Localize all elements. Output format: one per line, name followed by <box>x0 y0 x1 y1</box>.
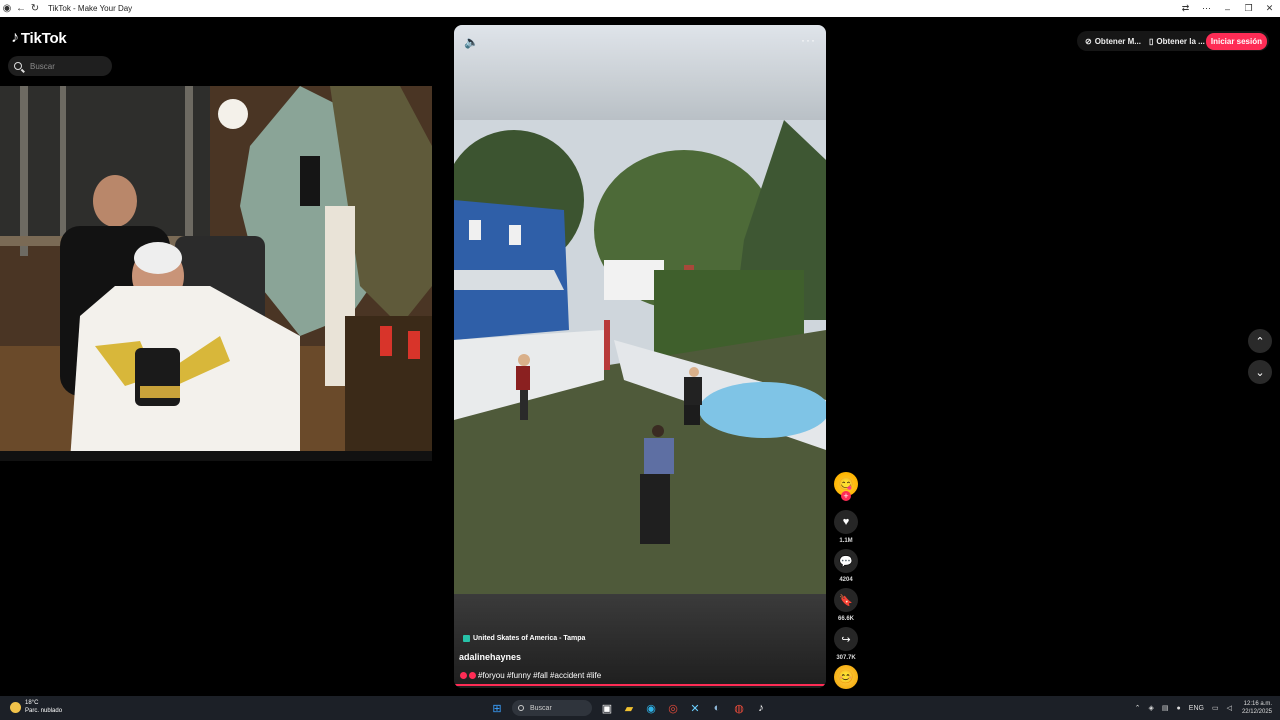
chevron-up-icon[interactable]: ⌃ <box>1135 704 1141 712</box>
save-count: 66.6K <box>837 616 854 622</box>
taskbar-search-label: Buscar <box>530 704 552 712</box>
network-icon[interactable]: ▤ <box>1162 704 1169 712</box>
language-indicator[interactable]: ENG <box>1189 705 1204 712</box>
share-count: 307.7K <box>836 655 856 661</box>
tiktok-logo[interactable]: ♪ TikTok <box>11 29 67 47</box>
top-actions-bar: ⊘ Obtener M... ▯ Obtener la ... Iniciar … <box>1077 31 1269 51</box>
weather-temp: 18°C <box>25 700 39 706</box>
weather-widget[interactable]: 18°C Parc. nublado <box>10 699 62 715</box>
follow-plus-icon[interactable]: + <box>841 491 851 501</box>
chevron-up-icon: ⌃ <box>1255 335 1265 348</box>
clock-date: 22/12/2025 <box>1241 709 1272 715</box>
bookmark-icon: 🔖 <box>839 594 853 607</box>
edge-icon[interactable]: ◉ <box>640 698 662 718</box>
window-controls: ⇄ ⋯ – ❐ ✕ <box>1175 0 1280 17</box>
location-icon <box>463 635 470 642</box>
logo-text: TikTok <box>20 29 67 47</box>
clock-time: 12:16 a.m. <box>1243 701 1272 707</box>
location-tag[interactable]: United Skates of America - Tampa <box>463 635 585 642</box>
speaker-icon[interactable]: ◁ <box>1227 704 1232 712</box>
display-icon[interactable]: ▭ <box>1212 704 1219 712</box>
window-titlebar: ◉ ← ↻ TikTok - Make Your Day ⇄ ⋯ – ❐ ✕ <box>0 0 1280 17</box>
comment-icon: 💬 <box>839 555 853 568</box>
save-button[interactable]: 🔖 <box>834 588 858 612</box>
translate-icon[interactable]: ⇄ <box>1175 0 1196 17</box>
minimize-button[interactable]: – <box>1217 0 1238 17</box>
back-icon[interactable]: ← <box>14 0 28 17</box>
get-app-link[interactable]: ⊘ Obtener M... <box>1085 37 1141 46</box>
live-stream-preview[interactable] <box>0 86 432 461</box>
video-player[interactable]: 🔈 ··· United Skates of America - Tampa a… <box>454 25 826 688</box>
app-tray-icon[interactable]: ◈ <box>1149 704 1154 712</box>
get-mobile-app-link[interactable]: ▯ Obtener la ... <box>1149 37 1205 46</box>
emoji-icon <box>469 672 476 679</box>
music-note-icon: ♪ <box>11 29 19 46</box>
location-text: United Skates of America - Tampa <box>473 635 586 642</box>
task-view-icon[interactable]: ▣ <box>596 698 618 718</box>
close-button[interactable]: ✕ <box>1259 0 1280 17</box>
weather-desc: Parc. nublado <box>25 708 63 714</box>
tiktok-favicon-icon: ◉ <box>2 3 12 14</box>
like-button[interactable]: ♥ <box>834 510 858 534</box>
video-progress-bar[interactable] <box>454 684 826 686</box>
video-progress-fill <box>454 684 826 686</box>
start-icon[interactable]: ⊞ <box>486 698 508 718</box>
stream-scene <box>0 86 432 461</box>
app-icon[interactable]: ◍ <box>728 698 750 718</box>
video-caption: #foryou #funny #fall #accident #life <box>460 671 601 680</box>
get-mobile-label: Obtener la ... <box>1156 36 1205 46</box>
windows-taskbar: 18°C Parc. nublado ⊞ Buscar ▣ ▰ ◉ ◎ ✕ ◐ … <box>0 696 1280 720</box>
weather-icon <box>10 701 21 713</box>
video-frame <box>454 120 826 594</box>
taskbar-search[interactable]: Buscar <box>512 700 592 716</box>
music-disc-icon[interactable]: 😊 <box>834 665 858 689</box>
restore-button[interactable]: ❐ <box>1238 0 1259 17</box>
window-title: TikTok - Make Your Day <box>48 4 133 13</box>
system-tray: ⌃ ◈ ▤ ● ENG ▭ ◁ 12:16 a.m. 22/12/2025 <box>1131 696 1280 720</box>
login-button[interactable]: Iniciar sesión <box>1205 32 1267 50</box>
search-placeholder: Buscar <box>30 61 55 71</box>
share-button[interactable]: ↪ <box>834 627 858 651</box>
volume-icon[interactable]: 🔈 <box>464 35 479 49</box>
file-explorer-icon[interactable]: ▰ <box>618 698 640 718</box>
search-icon <box>14 62 22 70</box>
share-icon: ↪ <box>841 633 851 646</box>
video-blur-top <box>454 25 826 120</box>
app-icon[interactable]: ✕ <box>684 698 706 718</box>
next-video-button[interactable]: ⌄ <box>1248 360 1272 384</box>
heart-icon: ♥ <box>842 516 850 528</box>
more-options-icon[interactable]: ⋯ <box>1196 0 1217 17</box>
microphone-icon[interactable]: ● <box>1177 705 1181 712</box>
phone-icon: ▯ <box>1148 36 1154 46</box>
like-count: 1.1M <box>839 538 853 544</box>
clock[interactable]: 12:16 a.m. 22/12/2025 <box>1242 700 1272 716</box>
emoji-icon <box>460 672 467 679</box>
search-icon <box>518 705 524 711</box>
reload-icon[interactable]: ↻ <box>28 0 42 17</box>
hashtags[interactable]: #foryou #funny #fall #accident #life <box>478 671 601 680</box>
get-app-label: Obtener M... <box>1094 36 1141 46</box>
tiktok-icon[interactable]: ♪ <box>750 698 772 718</box>
steam-icon[interactable]: ◐ <box>706 698 728 718</box>
chevron-down-icon: ⌄ <box>1255 366 1265 379</box>
taskbar-apps: ⊞ Buscar ▣ ▰ ◉ ◎ ✕ ◐ ◍ ♪ <box>486 698 772 718</box>
video-author[interactable]: adalinehaynes <box>459 652 521 662</box>
comment-button[interactable]: 💬 <box>834 549 858 573</box>
app-icon: ⊘ <box>1085 36 1092 46</box>
comment-count: 4204 <box>839 577 853 583</box>
search-box[interactable]: Buscar <box>8 56 112 76</box>
more-options-icon[interactable]: ··· <box>801 33 816 47</box>
previous-video-button[interactable]: ⌃ <box>1248 329 1272 353</box>
chrome-icon[interactable]: ◎ <box>662 698 684 718</box>
